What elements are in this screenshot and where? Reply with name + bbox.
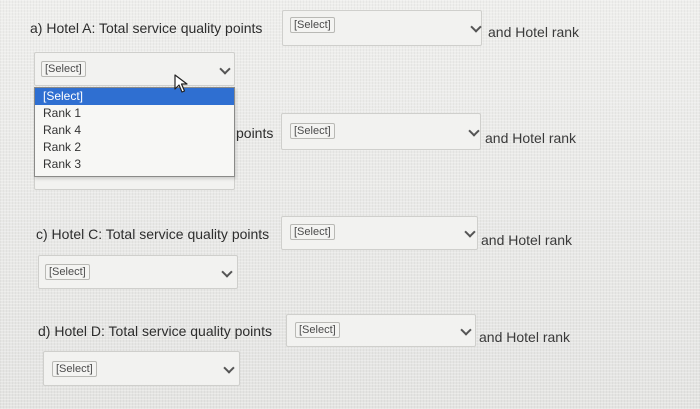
rank-dropdown-list[interactable]: [Select] Rank 1 Rank 4 Rank 2 Rank 3: [34, 87, 235, 177]
question-d-suffix: and Hotel rank: [479, 329, 571, 345]
chevron-down-icon: [221, 266, 233, 278]
chevron-down-icon: [470, 21, 482, 33]
hotel-b-points-select[interactable]: [Select]: [281, 113, 481, 150]
chevron-down-icon: [460, 324, 472, 336]
question-c-label: c) Hotel C: Total service quality points: [36, 226, 270, 242]
select-value: [Select]: [52, 361, 97, 377]
question-d-label: d) Hotel D: Total service quality points: [38, 323, 272, 339]
select-value: [Select]: [290, 224, 335, 240]
select-value: [Select]: [290, 123, 335, 139]
chevron-down-icon: [468, 125, 480, 137]
select-value: [Select]: [41, 61, 86, 77]
question-c-suffix: and Hotel rank: [481, 232, 573, 248]
hotel-c-points-select[interactable]: [Select]: [281, 216, 478, 250]
dropdown-option[interactable]: [Select]: [35, 88, 234, 105]
chevron-down-icon: [464, 226, 476, 238]
dropdown-option[interactable]: Rank 3: [35, 156, 234, 173]
dropdown-option[interactable]: Rank 4: [35, 122, 234, 139]
mouse-pointer-icon: [174, 74, 188, 93]
select-value: [Select]: [295, 322, 340, 338]
hotel-c-rank-select[interactable]: [Select]: [38, 255, 238, 289]
dropdown-option[interactable]: Rank 2: [35, 139, 234, 156]
hotel-d-rank-select[interactable]: [Select]: [43, 351, 240, 386]
chevron-down-icon: [223, 362, 235, 374]
select-value: [Select]: [45, 264, 90, 280]
question-b-suffix: and Hotel rank: [485, 130, 577, 146]
question-a-label: a) Hotel A: Total service quality points: [30, 20, 263, 36]
hotel-d-points-select[interactable]: [Select]: [286, 314, 476, 347]
dropdown-option[interactable]: Rank 1: [35, 105, 234, 122]
select-value: [Select]: [290, 17, 335, 33]
hotel-a-points-select[interactable]: [Select]: [282, 10, 482, 46]
hotel-a-rank-select[interactable]: [Select]: [34, 52, 235, 86]
question-a-suffix: and Hotel rank: [488, 24, 580, 40]
chevron-down-icon: [219, 63, 231, 75]
question-b-label: points: [236, 125, 274, 141]
